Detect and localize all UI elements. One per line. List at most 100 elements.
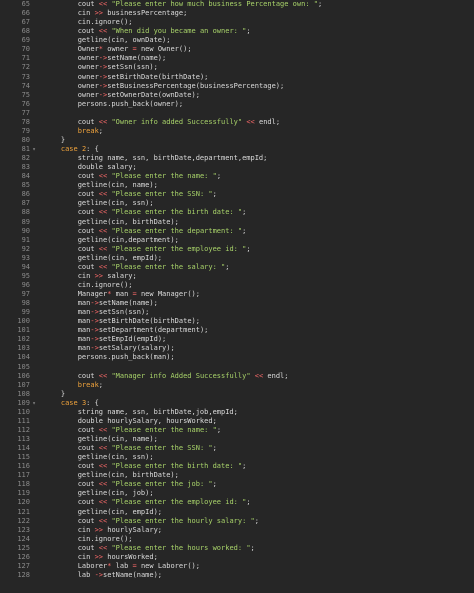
code-content: persons.push_back(man); [44,353,474,362]
line-number: 97 [21,290,30,298]
code-operator: << [98,425,108,434]
code-line[interactable]: 71 owner->setName(name); [0,54,474,63]
code-line[interactable]: 87 getline(cin, ssn); [0,199,474,208]
code-line[interactable]: 66 cin >> businessPercentage; [0,9,474,18]
code-line[interactable]: 81 ▾ case 2: { [0,145,474,154]
code-text: ; [246,244,251,253]
code-line[interactable]: 122 cout << "Please enter the hourly sal… [0,517,474,526]
code-line[interactable]: 102 man->setEmpId(empId); [0,335,474,344]
code-line[interactable]: 96 cin.ignore(); [0,281,474,290]
code-line[interactable]: 103 man->setSalary(salary); [0,344,474,353]
code-line[interactable]: 108 } [0,390,474,399]
code-text: cout [77,27,99,36]
fold-arrow-icon[interactable]: ▾ [30,399,38,408]
code-line[interactable]: 89 getline(cin, birthDate); [0,218,474,227]
line-number: 74 [21,81,30,90]
code-line[interactable]: 125 cout << "Please enter the hours work… [0,544,474,553]
code-line[interactable]: 72 owner->setSsn(ssn); [0,63,474,72]
code-line[interactable]: 73 owner->setBirthDate(birthDate); [0,73,474,82]
code-line[interactable]: 69 getline(cin, ownDate); [0,36,474,45]
code-line[interactable]: 126 cin >> hoursWorked; [0,553,474,562]
code-line[interactable]: 91 getline(cin,department); [0,236,474,245]
code-content: cout << "Please enter the name: "; [44,426,474,435]
code-line[interactable]: 119 getline(cin, job); [0,489,474,498]
code-line[interactable]: 113 getline(cin, name); [0,435,474,444]
code-line[interactable]: 98 man->setName(name); [0,299,474,308]
code-line[interactable]: 127 Laborer* lab = new Laborer(); [0,562,474,571]
code-line[interactable]: 92 cout << "Please enter the employee id… [0,245,474,254]
code-line[interactable]: 115 getline(cin, ssn); [0,453,474,462]
code-text: getline(cin, birthDate); [77,217,179,226]
code-content: cout << "Please enter how much business … [44,0,474,9]
code-line[interactable]: 104 persons.push_back(man); [0,353,474,362]
code-editor[interactable]: 65 cout << "Please enter how much busine… [0,0,474,593]
code-line[interactable]: 84 cout << "Please enter the name: "; [0,172,474,181]
code-line[interactable]: 99 man->setSsn(ssn); [0,308,474,317]
code-operator: << [98,117,108,126]
code-line[interactable]: 107 break; [0,381,474,390]
code-line[interactable]: 111 double hourlySalary, hoursWorked; [0,417,474,426]
code-line[interactable]: 70 Owner* owner = new Owner(); [0,45,474,54]
code-text: double hourlySalary, hoursWorked; [77,416,217,425]
code-text: ; [246,27,251,36]
code-content: man->setSalary(salary); [44,344,474,353]
code-line[interactable]: 106 cout << "Manager info Added Successf… [0,372,474,381]
code-text: setSalary(salary); [98,344,175,353]
code-line[interactable]: 88 cout << "Please enter the birth date:… [0,208,474,217]
line-number: 90 [21,226,30,235]
code-line[interactable]: 109 ▾ case 3: { [0,399,474,408]
code-line[interactable]: 120 cout << "Please enter the employee i… [0,498,474,507]
code-line[interactable]: 123 cin >> hourlySalary; [0,526,474,535]
code-line[interactable]: 95 cin >> salary; [0,272,474,281]
code-line[interactable]: 97 Manager* man = new Manager(); [0,290,474,299]
code-line[interactable]: 114 cout << "Please enter the SSN: "; [0,444,474,453]
code-line[interactable]: 67 cin.ignore(); [0,18,474,27]
line-number: 98 [21,299,30,308]
code-line[interactable]: 128 lab ->setName(name); [0,571,474,580]
code-line[interactable]: 85 getline(cin, name); [0,181,474,190]
code-content: cin >> hoursWorked; [44,553,474,562]
code-line[interactable]: 83 double salary; [0,163,474,172]
code-line[interactable]: 112 cout << "Please enter the name: "; [0,426,474,435]
code-line[interactable]: 77 [0,109,474,118]
code-line[interactable]: 82 string name, ssn, birthDate,departmen… [0,154,474,163]
code-line[interactable]: 90 cout << "Please enter the department:… [0,227,474,236]
fold-arrow-icon[interactable]: ▾ [30,145,38,154]
code-line[interactable]: 78 cout << "Owner info added Successfull… [0,118,474,127]
code-string: "Please enter how much business Percenta… [111,0,318,8]
code-text: getline(cin, ssn); [77,199,154,208]
code-line[interactable]: 86 cout << "Please enter the SSN: "; [0,190,474,199]
code-line[interactable]: 110 string name, ssn, birthDate,job,empI… [0,408,474,417]
code-line[interactable]: 101 man->setDepartment(department); [0,326,474,335]
code-line[interactable]: 79 break; [0,127,474,136]
code-line[interactable]: 80 } [0,136,474,145]
code-text: } [60,135,66,144]
code-line[interactable]: 74 owner->setBusinessPercentage(business… [0,82,474,91]
code-line[interactable]: 124 cin.ignore(); [0,535,474,544]
code-line[interactable]: 65 cout << "Please enter how much busine… [0,0,474,9]
code-line[interactable]: 116 cout << "Please enter the birth date… [0,462,474,471]
code-line[interactable]: 100 man->setBirthDate(birthDate); [0,317,474,326]
code-line[interactable]: 75 owner->setOwnerDate(ownDate); [0,91,474,100]
code-line[interactable]: 68 cout << "When did you became an owner… [0,27,474,36]
code-content: getline(cin, birthDate); [44,218,474,227]
code-line[interactable]: 121 getline(cin, empId); [0,508,474,517]
code-line[interactable]: 93 getline(cin, empId); [0,254,474,263]
code-line[interactable]: 76 persons.push_back(owner); [0,100,474,109]
code-line[interactable]: 105 [0,363,474,372]
code-content: getline(cin, name); [44,181,474,190]
code-line[interactable]: 118 cout << "Please enter the job: "; [0,480,474,489]
code-text: cout [77,262,99,271]
code-line[interactable]: 94 cout << "Please enter the salary: "; [0,263,474,272]
code-line[interactable]: 117 getline(cin, birthDate); [0,471,474,480]
code-text: man [77,335,91,344]
line-number: 110 [17,407,30,416]
